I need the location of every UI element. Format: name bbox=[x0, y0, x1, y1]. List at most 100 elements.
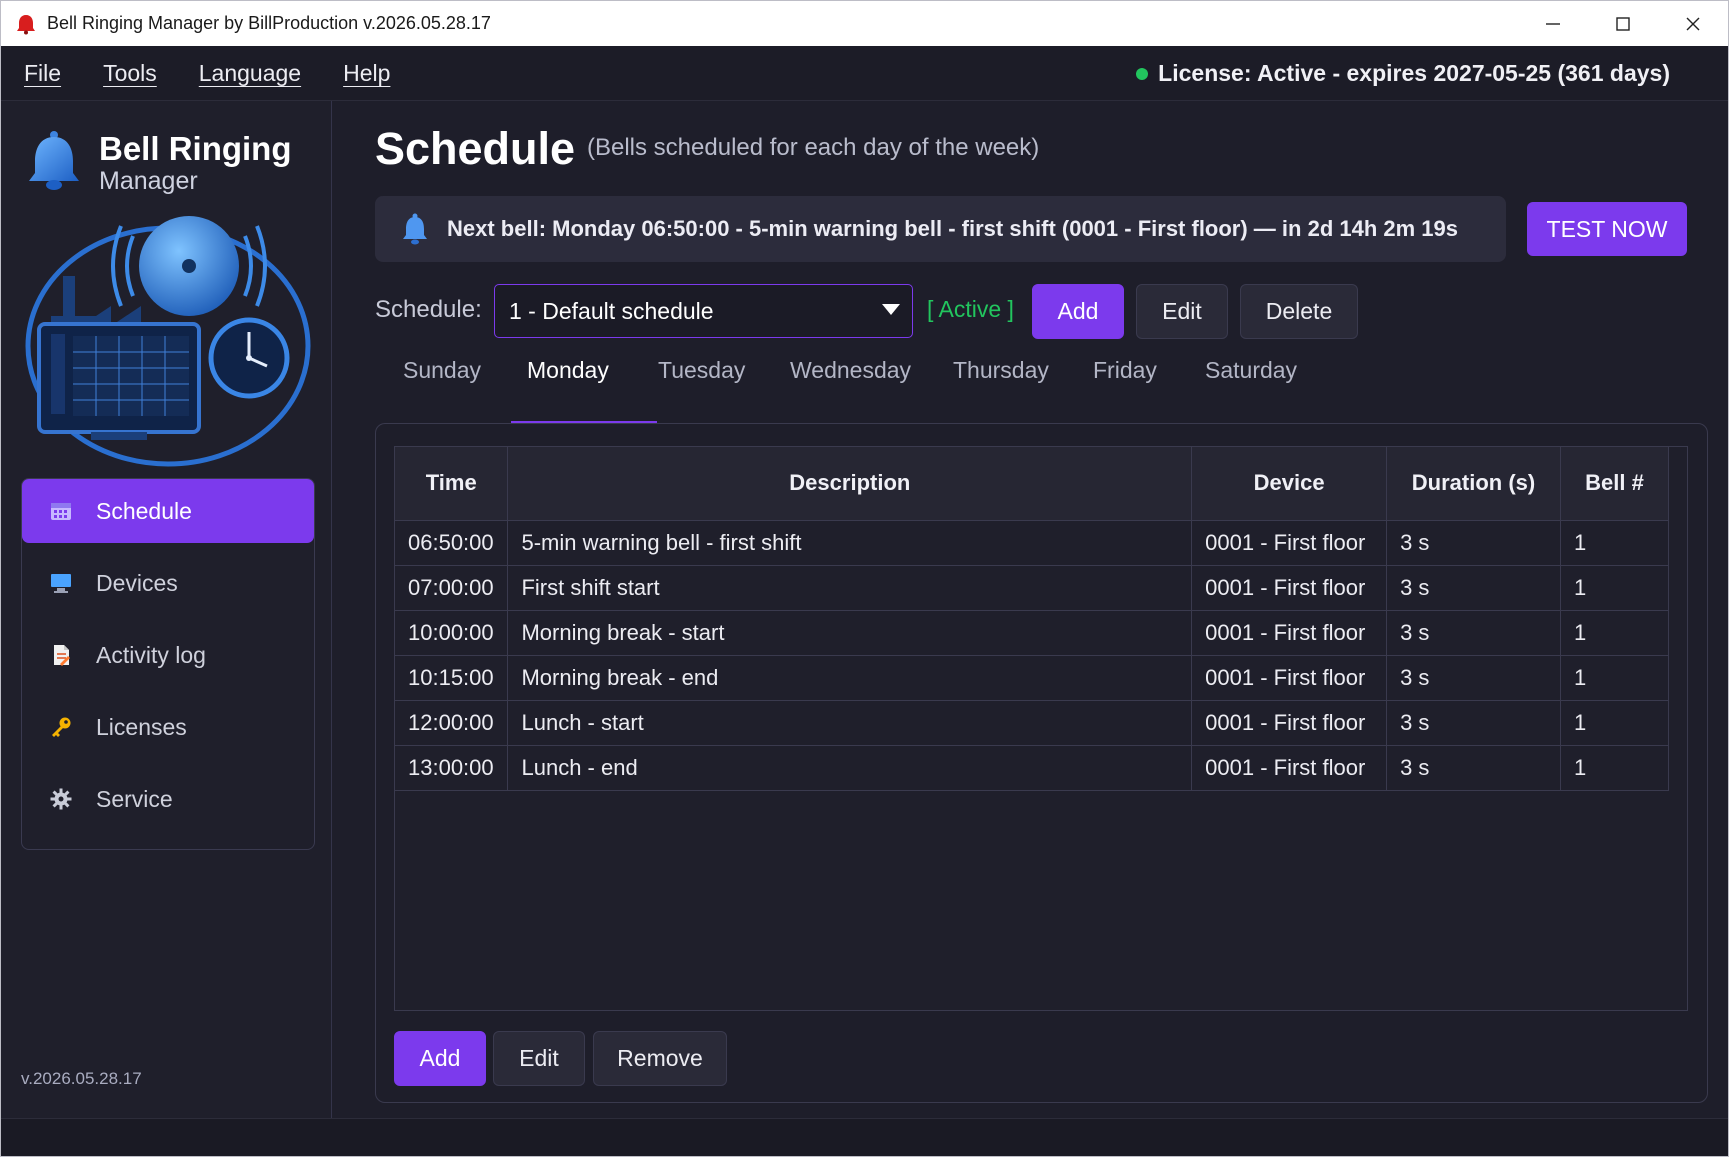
schedule-select[interactable]: 1 - Default schedule bbox=[494, 284, 913, 338]
bell-app-icon bbox=[17, 14, 35, 34]
sidebar: Bell Ringing Manager Schedule Devices Ac… bbox=[1, 101, 332, 1118]
next-bell-text: Next bell: Monday 06:50:00 - 5-min warni… bbox=[447, 216, 1459, 241]
minimize-button[interactable] bbox=[1518, 1, 1588, 46]
sidebar-item-activity-log[interactable]: Activity log bbox=[22, 623, 314, 687]
tab-tuesday[interactable]: Tuesday bbox=[658, 339, 745, 401]
tab-wednesday[interactable]: Wednesday bbox=[790, 339, 911, 401]
sidebar-item-licenses[interactable]: Licenses bbox=[22, 695, 314, 759]
column-header-duration[interactable]: Duration (s) bbox=[1386, 447, 1561, 521]
schedule-label: Schedule: bbox=[375, 296, 482, 323]
tab-saturday[interactable]: Saturday bbox=[1205, 339, 1297, 401]
column-header-description[interactable]: Description bbox=[507, 447, 1193, 521]
table-row[interactable]: 12:00:00 Lunch - start 0001 - First floo… bbox=[395, 700, 1669, 746]
sidebar-item-label: Service bbox=[96, 785, 173, 812]
column-header-bell-number[interactable]: Bell # bbox=[1560, 447, 1669, 521]
license-status: License: Active - expires 2027-05-25 (36… bbox=[1136, 46, 1670, 101]
cell-device: 0001 - First floor bbox=[1191, 520, 1388, 566]
calendar-icon bbox=[48, 498, 74, 524]
cell-device: 0001 - First floor bbox=[1191, 655, 1388, 701]
cell-description: Morning break - end bbox=[507, 655, 1193, 701]
bell-logo-icon bbox=[29, 131, 79, 190]
edit-bell-button[interactable]: Edit bbox=[493, 1031, 585, 1086]
cell-description: Lunch - end bbox=[507, 745, 1193, 791]
tab-thursday[interactable]: Thursday bbox=[953, 339, 1049, 401]
column-header-device[interactable]: Device bbox=[1191, 447, 1388, 521]
cell-time: 07:00:00 bbox=[395, 565, 509, 611]
cell-time: 13:00:00 bbox=[395, 745, 509, 791]
edit-schedule-button[interactable]: Edit bbox=[1136, 284, 1228, 339]
column-header-time[interactable]: Time bbox=[395, 447, 509, 521]
table-row[interactable]: 07:00:00 First shift start 0001 - First … bbox=[395, 565, 1669, 611]
brand-text: Bell Ringing Manager bbox=[99, 127, 292, 196]
cell-description: Morning break - start bbox=[507, 610, 1193, 656]
key-icon bbox=[48, 714, 74, 740]
cell-time: 10:15:00 bbox=[395, 655, 509, 701]
schedule-active-badge: [ Active ] bbox=[927, 296, 1014, 322]
cell-bell-number: 1 bbox=[1560, 565, 1669, 611]
tab-monday[interactable]: Monday bbox=[527, 339, 609, 401]
next-bell-banner: Next bell: Monday 06:50:00 - 5-min warni… bbox=[375, 196, 1506, 262]
sidebar-item-label: Activity log bbox=[96, 641, 206, 668]
test-now-button[interactable]: TEST NOW bbox=[1527, 202, 1687, 256]
maximize-button[interactable] bbox=[1588, 1, 1658, 46]
sidebar-item-schedule[interactable]: Schedule bbox=[22, 479, 314, 543]
tab-friday[interactable]: Friday bbox=[1093, 339, 1157, 401]
add-bell-button[interactable]: Add bbox=[394, 1031, 486, 1086]
cell-bell-number: 1 bbox=[1560, 700, 1669, 746]
table-row[interactable]: 06:50:00 5-min warning bell - first shif… bbox=[395, 520, 1669, 566]
menu-language[interactable]: Language bbox=[199, 60, 301, 87]
sidebar-item-devices[interactable]: Devices bbox=[22, 551, 314, 615]
cell-bell-number: 1 bbox=[1560, 520, 1669, 566]
table-row[interactable]: 10:00:00 Morning break - start 0001 - Fi… bbox=[395, 610, 1669, 656]
menu-bar: File Tools Language Help License: Active… bbox=[1, 46, 1728, 101]
brand: Bell Ringing Manager bbox=[25, 127, 292, 195]
cell-time: 06:50:00 bbox=[395, 520, 509, 566]
monitor-icon bbox=[48, 570, 74, 596]
table-row[interactable]: 13:00:00 Lunch - end 0001 - First floor … bbox=[395, 745, 1669, 791]
window-title: Bell Ringing Manager by BillProduction v… bbox=[47, 13, 491, 33]
factory-bell-illustration bbox=[25, 216, 311, 467]
cell-description: 5-min warning bell - first shift bbox=[507, 520, 1193, 566]
tab-sunday[interactable]: Sunday bbox=[403, 339, 481, 401]
remove-bell-button[interactable]: Remove bbox=[593, 1031, 727, 1086]
menu-help[interactable]: Help bbox=[343, 60, 390, 87]
menu-tools[interactable]: Tools bbox=[103, 60, 157, 87]
cell-duration: 3 s bbox=[1386, 745, 1561, 791]
cell-duration: 3 s bbox=[1386, 610, 1561, 656]
version-label: v.2026.05.28.17 bbox=[21, 1069, 142, 1088]
close-icon bbox=[1686, 17, 1700, 30]
cell-device: 0001 - First floor bbox=[1191, 565, 1388, 611]
cell-device: 0001 - First floor bbox=[1191, 745, 1388, 791]
cell-duration: 3 s bbox=[1386, 565, 1561, 611]
cell-time: 10:00:00 bbox=[395, 610, 509, 656]
sidebar-item-label: Devices bbox=[96, 569, 178, 596]
cell-time: 12:00:00 bbox=[395, 700, 509, 746]
table-header-row: Time Description Device Duration (s) Bel… bbox=[395, 447, 1669, 521]
license-status-dot bbox=[1136, 67, 1149, 80]
cell-device: 0001 - First floor bbox=[1191, 610, 1388, 656]
sidebar-item-label: Schedule bbox=[96, 497, 192, 524]
bell-table: Time Description Device Duration (s) Bel… bbox=[395, 447, 1669, 791]
cell-device: 0001 - First floor bbox=[1191, 700, 1388, 746]
sidebar-item-service[interactable]: Service bbox=[22, 767, 314, 831]
cell-bell-number: 1 bbox=[1560, 745, 1669, 791]
cell-description: Lunch - start bbox=[507, 700, 1193, 746]
delete-schedule-button[interactable]: Delete bbox=[1240, 284, 1358, 339]
add-schedule-button[interactable]: Add bbox=[1032, 284, 1124, 339]
bell-icon bbox=[403, 213, 427, 245]
cell-description: First shift start bbox=[507, 565, 1193, 611]
cell-duration: 3 s bbox=[1386, 700, 1561, 746]
chevron-down-icon bbox=[882, 304, 900, 315]
document-icon bbox=[48, 642, 74, 668]
cell-duration: 3 s bbox=[1386, 655, 1561, 701]
cell-bell-number: 1 bbox=[1560, 655, 1669, 701]
page-subtitle: (Bells scheduled for each day of the wee… bbox=[587, 134, 1040, 161]
schedule-select-value: 1 - Default schedule bbox=[509, 297, 714, 324]
menu-file[interactable]: File bbox=[24, 60, 61, 87]
status-bar bbox=[1, 1118, 1728, 1156]
schedule-panel: Time Description Device Duration (s) Bel… bbox=[375, 423, 1708, 1103]
cell-bell-number: 1 bbox=[1560, 610, 1669, 656]
close-button[interactable] bbox=[1658, 1, 1728, 46]
license-text: License: Active - expires 2027-05-25 (36… bbox=[1158, 60, 1670, 86]
table-row[interactable]: 10:15:00 Morning break - end 0001 - Firs… bbox=[395, 655, 1669, 701]
